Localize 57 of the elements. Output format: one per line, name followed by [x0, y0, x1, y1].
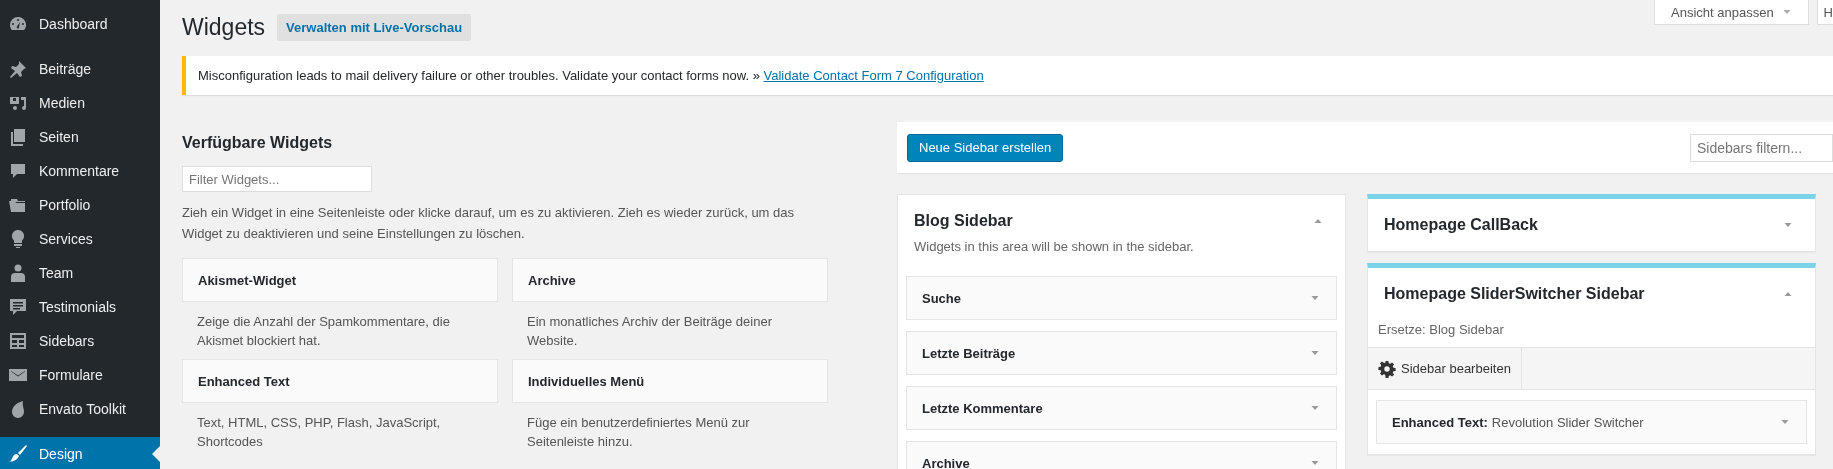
pushpin-icon [8, 59, 28, 79]
menu-item[interactable]: Seiten [0, 120, 160, 154]
menu-item[interactable]: Services [0, 222, 160, 256]
menu-item[interactable]: Kommentare [0, 154, 160, 188]
sidebar-description: Widgets in this area will be shown in the sidebar. [914, 239, 1195, 254]
widget-description: Text, HTML, CSS, PHP, Flash, JavaScript, Shortcodes [197, 414, 442, 451]
widget-bar[interactable]: Enhanced Text: Revolution Slider Switcher [1376, 400, 1807, 444]
menu-item[interactable]: Envato Toolkit [0, 392, 160, 426]
screen-options-button[interactable]: Ansicht anpassen [1654, 0, 1809, 25]
filter-field[interactable]: Filter Widgets... [182, 166, 372, 192]
layout-grid-icon [8, 331, 28, 351]
widget-title: Letzte Kommentare [922, 400, 1043, 416]
live-preview-button[interactable]: Verwalten mit Live-Vorschau [277, 14, 472, 41]
widget-bar[interactable]: Letzte Kommentare [906, 386, 1337, 430]
widget-card[interactable]: Enhanced Text [182, 359, 498, 403]
replaces-note: Ersetze: Blog Sidebar [1378, 322, 1505, 337]
widget-card[interactable]: Individuelles Menü [512, 359, 828, 403]
instructions-text: Zieh ein Widget in eine Seitenleiste oder klicke darauf, um es zu aktivieren. Zieh es wieder zurück, um das Widget zu deaktivieren und seine Einstellungen zu löschen. [182, 204, 795, 243]
widget-description: Zeige die Anzahl der Spamkommentare, die Akismet blockiert hat. [197, 313, 451, 350]
sidebar-title[interactable]: Homepage CallBack [1384, 216, 1538, 234]
speech-bubble-icon [8, 161, 28, 181]
settings-icon [1378, 359, 1396, 378]
edit-sidebar-button[interactable]: Sidebar bearbeiten [1368, 348, 1522, 389]
section-heading: Verfügbare Widgets [182, 134, 334, 152]
notice-text: Misconfiguration leads to mail delivery failure or other troubles. Validate your contact forms now. » Validate Contact Form 7 Configuration [198, 68, 984, 83]
widget-description: Ein monatliches Archiv der Beiträge deiner Website. [527, 313, 773, 350]
paintbrush-icon [8, 444, 28, 464]
menu-item[interactable]: Dashboard [0, 7, 160, 41]
menu-item[interactable]: Team [0, 256, 160, 290]
widget-title: Suche [922, 290, 961, 306]
page-title: Widgets [182, 14, 266, 41]
pages-icon [8, 127, 28, 147]
widget-title: Enhanced Text: [1392, 414, 1488, 430]
widget-card[interactable]: Akismet-Widget [182, 258, 498, 302]
menu-item[interactable]: Beiträge [0, 52, 160, 86]
menu-item[interactable]: Sidebars [0, 324, 160, 358]
sidebar-title[interactable]: Homepage SliderSwitcher Sidebar [1384, 285, 1645, 303]
widget-title: Archive [922, 455, 970, 469]
widget-description: Füge ein benutzerdefiniertes Menü zur Seitenleiste hinzu. [527, 414, 751, 451]
menu-item[interactable]: Formulare [0, 358, 160, 392]
validate-link[interactable]: Validate Contact Form 7 Configuration [763, 68, 984, 83]
menu-item[interactable]: Design [0, 437, 160, 469]
widget-bar[interactable]: Suche [906, 276, 1337, 320]
menu-item[interactable]: Testimonials [0, 290, 160, 324]
menu-item[interactable]: Portfolio [0, 188, 160, 222]
widget-card[interactable]: Archive [512, 258, 828, 302]
sidebar-title[interactable]: Blog Sidebar [914, 212, 1013, 230]
widget-bar[interactable]: Archive [906, 441, 1337, 469]
widget-bar[interactable]: Letzte Beiträge [906, 331, 1337, 375]
create-sidebar-button[interactable]: Neue Sidebar erstellen [907, 133, 1064, 162]
sidebar-filter-field[interactable]: Sidebars filtern... [1690, 133, 1833, 162]
widget-subtitle: Revolution Slider Switcher [1491, 414, 1644, 430]
widget-title: Letzte Beiträge [922, 345, 1016, 361]
person-icon [8, 263, 28, 283]
screen-options-button[interactable]: H [1816, 0, 1833, 25]
menu-item[interactable]: Medien [0, 86, 160, 120]
quote-card-icon [8, 297, 28, 317]
